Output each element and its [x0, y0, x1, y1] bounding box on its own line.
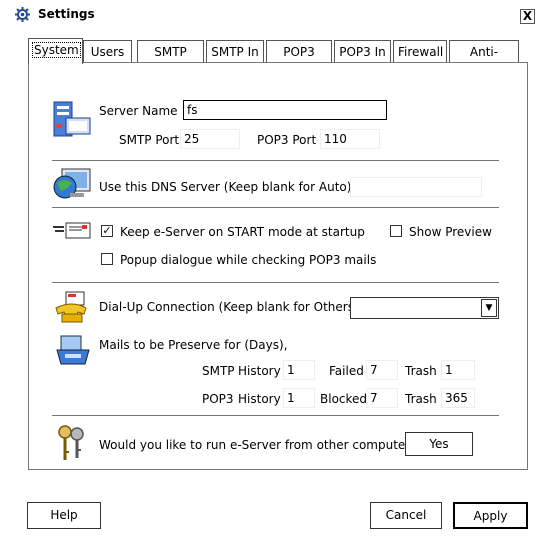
smtp-row-label: SMTP — [202, 364, 235, 378]
tab-system[interactable]: System — [28, 38, 83, 64]
pop3-history-input[interactable]: 1 — [283, 388, 315, 408]
apply-button[interactable]: Apply — [453, 502, 528, 529]
mailbox-icon — [56, 335, 90, 365]
keys-icon — [58, 425, 84, 460]
smtp-history-input[interactable]: 1 — [283, 360, 315, 380]
show-preview-label: Show Preview — [409, 225, 492, 239]
pop3-history-label: History — [238, 392, 281, 406]
smtp-port-label: SMTP Port — [119, 133, 180, 147]
title-bar[interactable]: Settings X — [0, 0, 537, 28]
tab-strip: System Users SMTP Out SMTP In POP3 Out P… — [28, 38, 528, 81]
dns-server-input[interactable] — [350, 177, 482, 197]
tab-pop3-in[interactable]: POP3 In — [334, 40, 391, 62]
pop3-row-label: POP3 — [202, 392, 234, 406]
remote-question: Would you like to run e-Server from othe… — [99, 438, 421, 452]
dialup-label: Dial-Up Connection (Keep blank for Other… — [99, 300, 359, 314]
remote-yes-button[interactable]: Yes — [405, 432, 473, 456]
phone-icon — [55, 291, 87, 323]
smtp-history-label: History — [238, 364, 281, 378]
dns-label: Use this DNS Server (Keep blank for Auto… — [99, 180, 352, 194]
dialup-connection-select[interactable]: ▼ — [350, 297, 499, 319]
pop3-port-label: POP3 Port — [257, 133, 317, 147]
smtp-trash-input[interactable]: 1 — [441, 360, 475, 380]
smtp-port-input[interactable]: 25 — [180, 129, 240, 149]
tab-anti-spam[interactable]: Anti-Spam — [449, 40, 519, 81]
startup-card-icon — [53, 222, 91, 239]
tab-users[interactable]: Users — [83, 40, 132, 62]
pop3-trash-input[interactable]: 365 — [441, 388, 475, 408]
server-computer-icon — [53, 101, 91, 137]
show-preview-checkbox[interactable] — [390, 225, 402, 237]
window-title: Settings — [38, 7, 95, 21]
help-button[interactable]: Help — [27, 502, 101, 529]
pop3-blocked-label: Blocked — [320, 392, 368, 406]
popup-checkbox[interactable] — [101, 253, 113, 265]
globe-icon — [53, 168, 91, 199]
dropdown-arrow-icon[interactable]: ▼ — [481, 299, 497, 317]
settings-gear-icon — [15, 7, 30, 22]
preserve-title: Mails to be Preserve for (Days), — [99, 338, 288, 352]
pop3-blocked-input[interactable]: 7 — [366, 388, 398, 408]
server-name-input[interactable]: fs — [183, 100, 387, 120]
settings-window: Settings X System Users SMTP Out SMTP In… — [0, 0, 537, 539]
smtp-trash-label: Trash — [405, 364, 437, 378]
smtp-failed-label: Failed — [329, 364, 364, 378]
pop3-port-input[interactable]: 110 — [320, 129, 380, 149]
divider — [52, 282, 499, 284]
pop3-trash-label: Trash — [405, 392, 437, 406]
close-button[interactable]: X — [520, 9, 535, 24]
cancel-button[interactable]: Cancel — [370, 502, 442, 529]
tab-smtp-out[interactable]: SMTP Out — [137, 40, 204, 81]
tab-firewall[interactable]: Firewall — [393, 40, 447, 62]
divider — [52, 207, 499, 209]
divider — [52, 415, 499, 417]
server-name-label: Server Name — [99, 104, 178, 118]
tab-pop3-out[interactable]: POP3 Out — [266, 40, 332, 81]
popup-label: Popup dialogue while checking POP3 mails — [120, 253, 377, 267]
keep-start-checkbox[interactable]: ✓ — [101, 225, 113, 237]
smtp-failed-input[interactable]: 7 — [366, 360, 398, 380]
divider — [52, 160, 499, 162]
keep-start-label: Keep e-Server on START mode at startup — [120, 225, 365, 239]
tab-smtp-in[interactable]: SMTP In — [206, 40, 264, 62]
